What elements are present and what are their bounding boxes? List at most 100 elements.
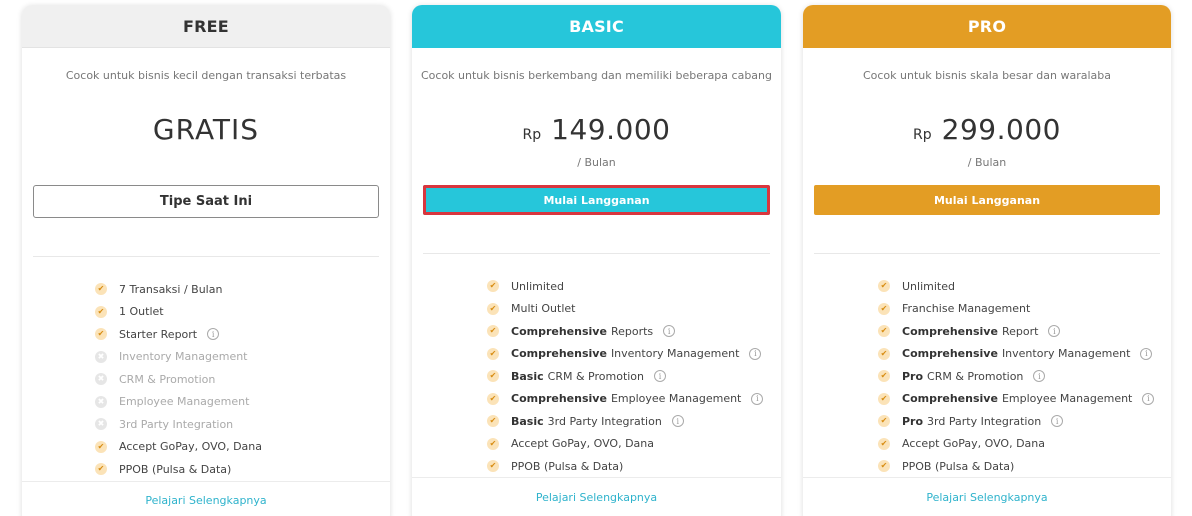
feature-tier: Basic [511, 369, 544, 383]
feature-text: Starter Report [119, 328, 197, 341]
check-icon: ✔ [487, 392, 499, 405]
feature-item: ✔ PPOB (Pulsa & Data) [878, 455, 1154, 478]
feature-tier: Pro [902, 369, 924, 383]
feature-item: ✔ Comprehensive Inventory Management i [878, 343, 1154, 366]
check-icon: ✔ [878, 460, 890, 473]
info-icon[interactable]: i [749, 347, 762, 360]
info-icon[interactable]: i [1142, 392, 1155, 405]
plan-title: FREE [22, 5, 390, 48]
subscribe-button-basic[interactable]: Mulai Langganan [423, 185, 770, 215]
check-icon: ✔ [878, 302, 890, 315]
info-icon[interactable]: i [1048, 325, 1061, 338]
feature-label: Employee Management [1001, 392, 1133, 406]
check-icon: ✔ [95, 440, 107, 453]
learn-more-link[interactable]: Pelajari Selengkapnya [22, 494, 390, 507]
divider [412, 477, 781, 478]
feature-item: ✖ 3rd Party Integration [95, 413, 262, 436]
price-period: / Bulan [577, 156, 616, 169]
divider [423, 253, 770, 254]
feature-tier: Comprehensive [511, 392, 607, 406]
plan-card-basic: BASIC Cocok untuk bisnis berkembang dan … [412, 5, 781, 516]
check-icon: ✔ [878, 415, 890, 428]
check-icon: ✔ [878, 370, 890, 383]
check-icon: ✔ [487, 325, 499, 338]
info-icon[interactable]: i [654, 370, 667, 383]
feature-item: ✖ Inventory Management [95, 346, 262, 369]
feature-item: ✔ Unlimited [878, 275, 1154, 298]
check-icon: ✔ [878, 437, 890, 450]
feature-item: ✔ 1 Outlet [95, 301, 262, 324]
feature-text: Inventory Management [119, 350, 248, 363]
feature-label: Accept GoPay, OVO, Dana [511, 437, 654, 451]
feature-label: 1 Outlet [119, 305, 164, 319]
feature-item: ✔ Basic CRM & Promotion i [487, 365, 763, 388]
info-icon[interactable]: i [1051, 415, 1064, 428]
feature-text: Accept GoPay, OVO, Dana [902, 437, 1045, 450]
feature-item: ✔ Comprehensive Employee Management i [878, 388, 1155, 411]
info-icon[interactable]: i [1140, 347, 1153, 360]
feature-label: CRM & Promotion [927, 369, 1024, 383]
feature-label: Accept GoPay, OVO, Dana [902, 437, 1045, 451]
info-icon[interactable]: i [207, 328, 220, 341]
cross-icon: ✖ [95, 418, 107, 431]
check-icon: ✔ [487, 460, 499, 473]
feature-item: ✔ Comprehensive Inventory Management i [487, 343, 763, 366]
cross-icon: ✖ [95, 350, 107, 363]
learn-more-link[interactable]: Pelajari Selengkapnya [803, 491, 1171, 504]
feature-item: ✔ Accept GoPay, OVO, Dana [95, 436, 262, 459]
feature-text: Pro 3rd Party Integration [902, 415, 1041, 428]
feature-text: Basic CRM & Promotion [511, 370, 644, 383]
feature-label: Reports [610, 324, 654, 338]
feature-label: CRM & Promotion [547, 369, 645, 383]
feature-item: ✔ PPOB (Pulsa & Data) [487, 455, 763, 478]
feature-text: Comprehensive Report [902, 325, 1038, 338]
feature-label: 3rd Party Integration [547, 414, 662, 428]
feature-item: ✔ Basic 3rd Party Integration i [487, 410, 763, 433]
feature-item: ✖ Employee Management [95, 391, 262, 414]
feature-item: ✔ Pro CRM & Promotion i [878, 365, 1154, 388]
feature-item: ✔ PPOB (Pulsa & Data) [95, 458, 262, 481]
cross-icon: ✖ [95, 395, 107, 408]
info-icon[interactable]: i [671, 415, 684, 428]
feature-text: Basic 3rd Party Integration [511, 415, 662, 428]
feature-item: ✔ Unlimited [487, 275, 763, 298]
feature-label: Franchise Management [902, 302, 1031, 316]
feature-text: Accept GoPay, OVO, Dana [119, 440, 262, 453]
check-icon: ✔ [878, 347, 890, 360]
check-icon: ✔ [487, 347, 499, 360]
feature-text: Franchise Management [902, 302, 1030, 315]
feature-label: Inventory Management [610, 347, 740, 361]
feature-tier: Pro [902, 414, 924, 428]
current-plan-button[interactable]: Tipe Saat Ini [33, 185, 379, 218]
feature-label: Employee Management [119, 395, 250, 409]
check-icon: ✔ [487, 370, 499, 383]
check-icon: ✔ [95, 305, 107, 318]
subscribe-button-pro[interactable]: Mulai Langganan [814, 185, 1160, 215]
feature-label: Unlimited [902, 279, 955, 293]
info-icon[interactable]: i [1033, 370, 1046, 383]
check-icon: ✔ [95, 328, 107, 341]
plan-price: Rp 299.000 [803, 113, 1171, 146]
feature-label: PPOB (Pulsa & Data) [511, 459, 624, 473]
price-amount: 149.000 [551, 113, 671, 146]
feature-text: Comprehensive Inventory Management [902, 347, 1130, 360]
plan-description: Cocok untuk bisnis berkembang dan memili… [420, 69, 772, 82]
plan-description: Cocok untuk bisnis skala besar dan waral… [862, 69, 1112, 82]
learn-more-link[interactable]: Pelajari Selengkapnya [412, 491, 781, 504]
feature-text: Employee Management [119, 395, 249, 408]
feature-item: ✔ Comprehensive Report i [878, 320, 1154, 343]
feature-text: CRM & Promotion [119, 373, 215, 386]
feature-label: Report [1001, 324, 1039, 338]
feature-label: Employee Management [610, 392, 742, 406]
plan-title: BASIC [412, 5, 781, 48]
feature-label: Starter Report [119, 327, 198, 341]
feature-item: ✖ CRM & Promotion [95, 368, 262, 391]
info-icon[interactable]: i [663, 325, 676, 338]
info-icon[interactable]: i [751, 392, 764, 405]
feature-tier: Basic [511, 414, 544, 428]
feature-text: 7 Transaksi / Bulan [119, 283, 222, 296]
check-icon: ✔ [487, 280, 499, 293]
feature-text: PPOB (Pulsa & Data) [119, 463, 231, 476]
feature-text: PPOB (Pulsa & Data) [511, 460, 623, 473]
check-icon: ✔ [95, 283, 107, 296]
